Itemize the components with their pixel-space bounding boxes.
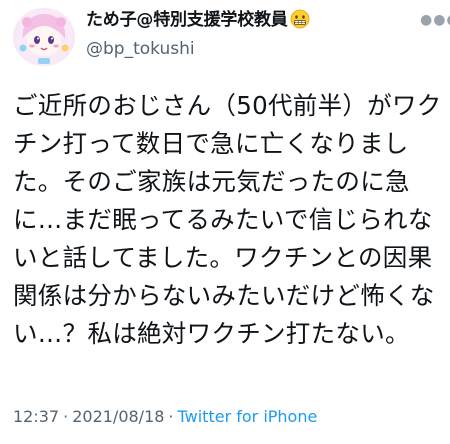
avatar-character-icon bbox=[16, 9, 72, 65]
tweet-time[interactable]: 12:37 bbox=[13, 407, 59, 426]
meta-separator: · bbox=[168, 407, 174, 426]
grimacing-face-emoji-icon bbox=[290, 9, 310, 29]
tweet-meta: 12:37 · 2021/08/18 · Twitter for iPhone bbox=[13, 406, 317, 428]
display-name-text: ため子@特別支援学校教員 bbox=[86, 10, 288, 30]
meta-separator: · bbox=[63, 407, 69, 426]
more-dots-icon[interactable]: ●●● bbox=[420, 12, 450, 28]
tweet-text: ご近所のおじさん（50代前半）がワクチン打って数日で急に亡くなりました。そのご家… bbox=[13, 91, 442, 348]
display-name[interactable]: ため子@特別支援学校教員 bbox=[86, 9, 310, 31]
tweet-card: ため子@特別支援学校教員 @bp_tokushi ●●● ご近所のおじさん（50… bbox=[0, 0, 450, 444]
tweet-header: ため子@特別支援学校教員 @bp_tokushi ●●● bbox=[0, 0, 450, 76]
avatar[interactable] bbox=[13, 8, 75, 66]
tweet-date[interactable]: 2021/08/18 bbox=[72, 407, 164, 426]
user-handle[interactable]: @bp_tokushi bbox=[86, 38, 195, 60]
tweet-source-link[interactable]: Twitter for iPhone bbox=[178, 407, 318, 426]
